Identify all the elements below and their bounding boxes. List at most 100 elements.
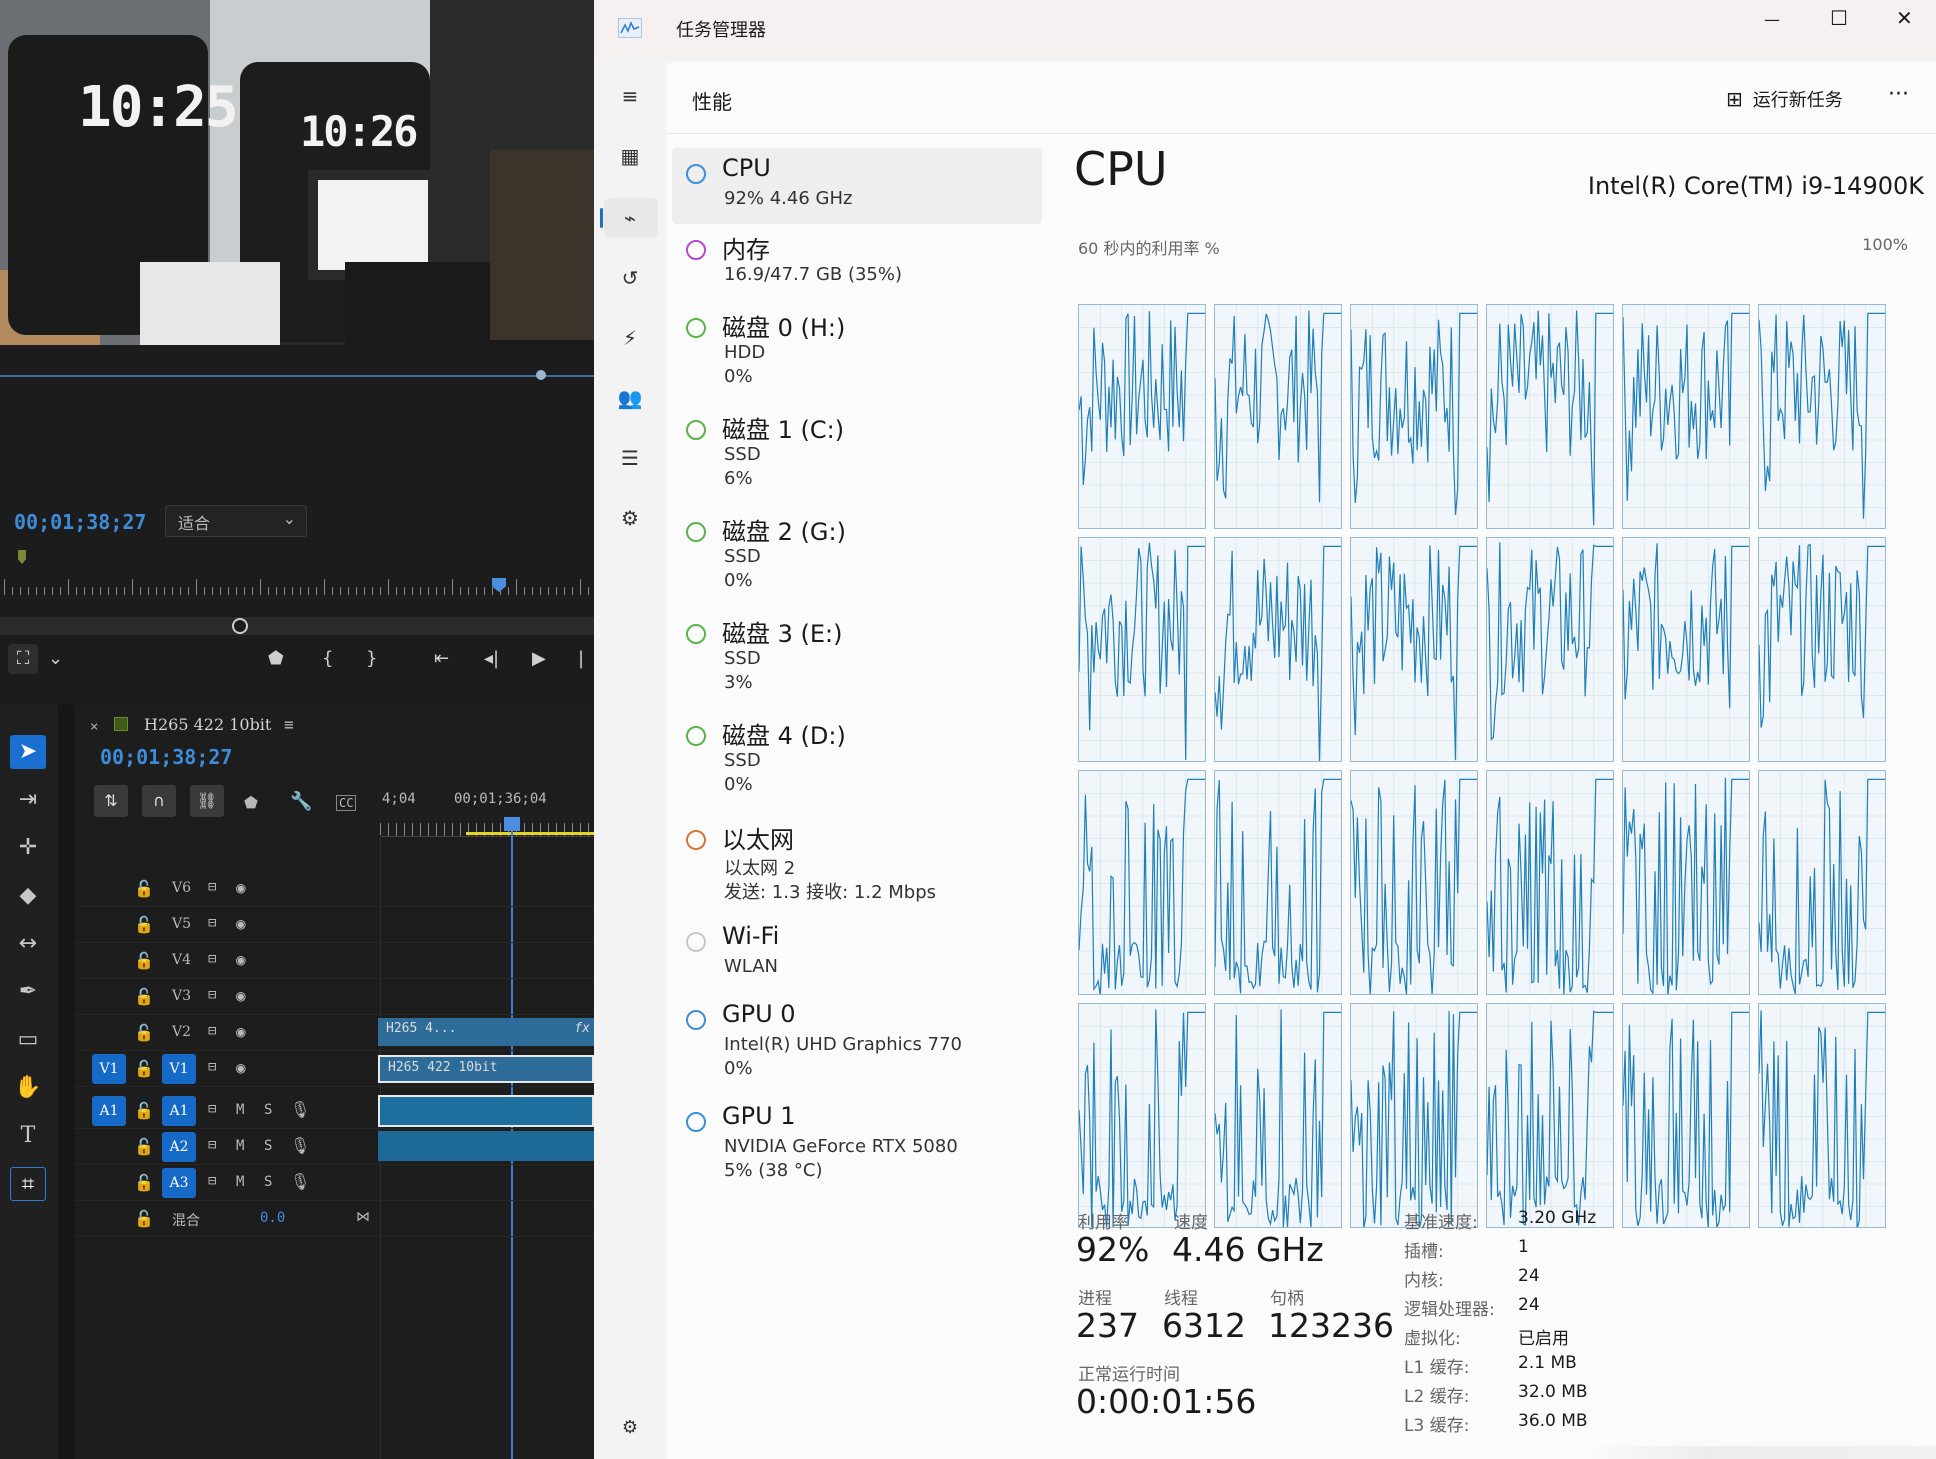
mix-value[interactable]: 0.0 xyxy=(260,1210,285,1226)
eye-icon[interactable]: ◉ xyxy=(236,986,246,1005)
device-item[interactable]: 磁盘 3 (E:) SSD 3% xyxy=(672,608,1042,698)
clip-a2[interactable] xyxy=(378,1131,594,1161)
sequence-name[interactable]: H265 422 10bit xyxy=(144,715,271,734)
sync-lock-icon[interactable]: ⊟ xyxy=(208,1173,216,1189)
lock-icon[interactable]: 🔓 xyxy=(134,1209,154,1228)
work-area-bar[interactable] xyxy=(466,832,594,835)
close-button[interactable]: ✕ xyxy=(1896,6,1913,30)
device-item[interactable]: GPU 1 NVIDIA GeForce RTX 5080 5% (38 °C) xyxy=(672,1096,1042,1186)
marker-icon[interactable]: ⬟ xyxy=(268,648,284,669)
eye-icon[interactable]: ◉ xyxy=(236,878,246,897)
lock-icon[interactable]: 🔓 xyxy=(134,1173,154,1192)
more-options-button[interactable]: ··· xyxy=(1888,82,1909,107)
linked-selection-icon[interactable]: ⛓ xyxy=(190,785,224,817)
details-icon[interactable]: ☰ xyxy=(612,440,648,476)
performance-icon[interactable]: ⌁ xyxy=(612,200,648,236)
lock-icon[interactable]: 🔓 xyxy=(134,1137,154,1156)
app-history-icon[interactable]: ↺ xyxy=(612,260,648,296)
clip-a1[interactable] xyxy=(378,1095,594,1127)
track-target-v1[interactable]: V1 xyxy=(162,1054,196,1084)
device-item[interactable]: 磁盘 1 (C:) SSD 6% xyxy=(672,404,1042,494)
users-icon[interactable]: 👥 xyxy=(612,380,648,416)
video-track[interactable]: 🔓 V4 ⊟ ◉ xyxy=(74,943,594,979)
chevron-down-icon[interactable]: ⌄ xyxy=(48,648,63,669)
line-handle[interactable] xyxy=(536,370,546,380)
sequence-timecode[interactable]: 00;01;38;27 xyxy=(100,745,232,769)
eye-icon[interactable]: ◉ xyxy=(236,914,246,933)
sync-lock-icon[interactable]: ⊟ xyxy=(208,1137,216,1153)
solo-button[interactable]: S xyxy=(264,1138,272,1154)
microphone-icon[interactable]: 🎙 xyxy=(290,1172,310,1191)
remix-tool-icon[interactable]: ⌗ xyxy=(10,1167,46,1201)
hand-tool-icon[interactable]: ✋ xyxy=(10,1071,46,1105)
zoom-select[interactable]: 适合 ⌄ xyxy=(165,505,307,537)
track-target-audio[interactable]: A2 xyxy=(162,1132,196,1162)
device-item[interactable]: Wi-Fi WLAN xyxy=(672,916,1042,1006)
zoom-scroll-bar[interactable] xyxy=(0,617,594,635)
step-back-icon[interactable]: ◂| xyxy=(484,648,499,669)
sync-lock-icon[interactable]: ⊟ xyxy=(208,951,216,967)
device-item[interactable]: 磁盘 2 (G:) SSD 0% xyxy=(672,506,1042,596)
go-to-in-icon[interactable]: ⇤ xyxy=(434,648,449,669)
ripple-edit-tool-icon[interactable]: ✛ xyxy=(10,831,46,865)
sync-lock-icon[interactable]: ⊟ xyxy=(208,879,216,895)
solo-button[interactable]: S xyxy=(264,1174,272,1190)
video-track[interactable]: 🔓 V3 ⊟ ◉ xyxy=(74,979,594,1015)
video-track[interactable]: 🔓 V5 ⊟ ◉ xyxy=(74,907,594,943)
scroll-handle[interactable] xyxy=(232,618,248,634)
monitor-timecode[interactable]: 00;01;38;27 xyxy=(14,510,146,534)
lock-icon[interactable]: 🔓 xyxy=(134,1101,154,1120)
track-target-audio[interactable]: A3 xyxy=(162,1168,196,1198)
close-icon[interactable]: × xyxy=(90,719,98,735)
captions-icon[interactable]: CC xyxy=(336,795,357,811)
eye-icon[interactable]: ◉ xyxy=(236,1022,246,1041)
lock-icon[interactable]: 🔓 xyxy=(134,1023,154,1042)
panel-menu-icon[interactable]: ≡ xyxy=(284,715,294,734)
audio-track[interactable]: 🔓 A3 ⊟ M S 🎙 xyxy=(74,1165,594,1201)
sync-lock-icon[interactable]: ⊟ xyxy=(208,987,216,1003)
mark-in-icon[interactable]: { xyxy=(322,648,333,669)
processes-icon[interactable]: ▦ xyxy=(612,138,648,174)
lock-icon[interactable]: 🔓 xyxy=(134,1059,154,1078)
device-item[interactable]: CPU 92% 4.46 GHz xyxy=(672,148,1042,224)
mute-button[interactable]: M xyxy=(236,1138,244,1154)
safe-margins-icon[interactable]: ⛶ xyxy=(8,644,38,674)
step-forward-icon[interactable]: | xyxy=(578,648,584,669)
clip-v2[interactable]: H265 4... fx xyxy=(378,1018,594,1046)
microphone-icon[interactable]: 🎙 xyxy=(290,1136,310,1155)
maximize-button[interactable]: ☐ xyxy=(1830,6,1848,30)
lock-icon[interactable]: 🔓 xyxy=(134,915,154,934)
mute-button[interactable]: M xyxy=(236,1174,244,1190)
source-patch-a1[interactable]: A1 xyxy=(92,1096,126,1126)
mute-button[interactable]: M xyxy=(236,1102,244,1118)
pen-tool-icon[interactable]: ✒ xyxy=(10,975,46,1009)
lock-icon[interactable]: 🔓 xyxy=(134,879,154,898)
sync-lock-icon[interactable]: ⊟ xyxy=(208,1101,216,1117)
rectangle-tool-icon[interactable]: ▭ xyxy=(10,1023,46,1057)
eye-icon[interactable]: ◉ xyxy=(236,950,246,969)
solo-button[interactable]: S xyxy=(264,1102,272,1118)
add-marker-icon[interactable]: ⬟ xyxy=(244,793,258,812)
minimize-button[interactable]: — xyxy=(1764,10,1780,29)
lock-icon[interactable]: 🔓 xyxy=(134,951,154,970)
hamburger-menu-icon[interactable]: ≡ xyxy=(612,78,648,114)
device-item[interactable]: 内存 16.9/47.7 GB (35%) xyxy=(672,224,1042,314)
type-tool-icon[interactable]: T xyxy=(10,1119,46,1153)
device-item[interactable]: 以太网 以太网 2 发送: 1.3 接收: 1.2 Mbps xyxy=(672,814,1042,904)
mark-out-icon[interactable]: } xyxy=(366,648,377,669)
selection-tool-icon[interactable]: ➤ xyxy=(10,735,46,769)
playhead-icon[interactable] xyxy=(504,817,520,831)
nest-icon[interactable]: ⇅ xyxy=(94,785,128,817)
razor-tool-icon[interactable]: ◆ xyxy=(10,879,46,913)
clip-v1[interactable]: H265 422 10bit xyxy=(378,1055,594,1083)
track-select-tool-icon[interactable]: ⇥ xyxy=(10,783,46,817)
snap-icon[interactable]: ∩ xyxy=(142,785,176,817)
play-icon[interactable]: ▶ xyxy=(532,648,546,669)
device-item[interactable]: 磁盘 4 (D:) SSD 0% xyxy=(672,710,1042,800)
lock-icon[interactable]: 🔓 xyxy=(134,987,154,1006)
services-icon[interactable]: ⚙ xyxy=(612,500,648,536)
device-item[interactable]: GPU 0 Intel(R) UHD Graphics 770 0% xyxy=(672,994,1042,1084)
settings-icon[interactable]: ⚙ xyxy=(612,1410,648,1446)
source-patch-v1[interactable]: V1 xyxy=(92,1054,126,1084)
sync-lock-icon[interactable]: ⊟ xyxy=(208,915,216,931)
